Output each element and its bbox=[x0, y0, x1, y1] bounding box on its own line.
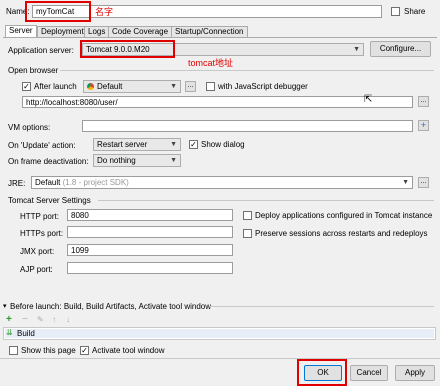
tab-underline bbox=[3, 37, 437, 38]
browser-value: Default bbox=[97, 82, 123, 91]
name-annotation: 名字 bbox=[95, 7, 114, 17]
chevron-down-icon: ▼ bbox=[170, 157, 177, 164]
chrome-icon bbox=[87, 83, 94, 90]
tomcat-settings-divider bbox=[98, 200, 434, 201]
after-launch-checkbox[interactable]: ✓ bbox=[22, 82, 31, 91]
cancel-button[interactable]: Cancel bbox=[350, 365, 388, 381]
add-icon[interactable]: + bbox=[6, 314, 12, 325]
app-server-highlight bbox=[80, 40, 175, 58]
jre-label: JRE: bbox=[8, 179, 26, 188]
url-more-button[interactable]: ... bbox=[418, 96, 429, 107]
vm-options-label: VM options: bbox=[8, 123, 51, 132]
vm-options-input[interactable] bbox=[82, 120, 413, 132]
chevron-down-icon: ▼ bbox=[170, 141, 177, 148]
move-down-icon[interactable]: ↓ bbox=[66, 315, 70, 324]
tab-code-coverage[interactable]: Code Coverage bbox=[108, 26, 173, 37]
apply-button[interactable]: Apply bbox=[395, 365, 435, 381]
show-page-label: Show this page bbox=[21, 346, 76, 355]
js-debugger-checkbox[interactable] bbox=[206, 82, 215, 91]
footer-divider bbox=[0, 358, 440, 359]
after-launch-label: After launch bbox=[34, 82, 77, 91]
list-item[interactable]: ⇊ Build bbox=[5, 328, 434, 338]
https-port-label: HTTPs port: bbox=[20, 229, 64, 238]
show-dialog-label: Show dialog bbox=[201, 140, 245, 149]
build-item-label: Build bbox=[17, 329, 35, 338]
app-server-annotation: tomcat地址 bbox=[188, 58, 234, 68]
url-input[interactable]: http://localhost:8080/user/ bbox=[22, 96, 413, 108]
expand-icon[interactable]: + bbox=[418, 120, 429, 131]
show-dialog-checkbox[interactable]: ✓ bbox=[189, 140, 198, 149]
js-debugger-label: with JavaScript debugger bbox=[218, 82, 308, 91]
ajp-port-input[interactable] bbox=[67, 262, 233, 274]
cursor-icon: ⇱ bbox=[364, 94, 373, 105]
edit-icon[interactable]: ✎ bbox=[37, 315, 44, 324]
jre-value: Default bbox=[35, 178, 61, 187]
open-browser-section: Open browser bbox=[8, 66, 59, 75]
chevron-down-icon: ▼ bbox=[353, 46, 360, 53]
browser-more-button[interactable]: ... bbox=[185, 81, 196, 92]
before-launch-list: ⇊ Build bbox=[3, 327, 436, 340]
jmx-port-label: JMX port: bbox=[20, 247, 55, 256]
share-checkbox[interactable] bbox=[391, 7, 400, 16]
on-frame-value: Do nothing bbox=[97, 156, 136, 165]
preserve-sessions-checkbox[interactable] bbox=[243, 229, 252, 238]
preserve-sessions-label: Preserve sessions across restarts and re… bbox=[255, 229, 428, 238]
on-update-select[interactable]: Restart server ▼ bbox=[93, 138, 181, 151]
on-frame-select[interactable]: Do nothing ▼ bbox=[93, 154, 181, 167]
jre-more-button[interactable]: ... bbox=[418, 177, 429, 188]
show-page-checkbox[interactable] bbox=[9, 346, 18, 355]
activate-tool-window-checkbox[interactable]: ✓ bbox=[80, 346, 89, 355]
tab-logs[interactable]: Logs bbox=[84, 26, 110, 37]
deploy-apps-label: Deploy applications configured in Tomcat… bbox=[255, 211, 433, 220]
https-port-input[interactable] bbox=[67, 226, 233, 238]
ajp-port-label: AJP port: bbox=[20, 265, 53, 274]
app-server-label: Application server: bbox=[8, 46, 74, 55]
http-port-input[interactable]: 8080 bbox=[67, 209, 233, 221]
before-launch-toggle-icon[interactable]: ▾ bbox=[3, 302, 7, 310]
http-port-label: HTTP port: bbox=[20, 212, 59, 221]
tab-server[interactable]: Server bbox=[5, 25, 37, 37]
remove-icon[interactable]: − bbox=[22, 314, 28, 325]
on-frame-label: On frame deactivation: bbox=[8, 157, 89, 166]
on-update-label: On 'Update' action: bbox=[8, 141, 76, 150]
before-launch-divider bbox=[210, 306, 434, 307]
deploy-apps-checkbox[interactable] bbox=[243, 211, 252, 220]
tomcat-settings-section: Tomcat Server Settings bbox=[8, 196, 91, 205]
tab-deployment[interactable]: Deployment bbox=[37, 26, 88, 37]
jre-select[interactable]: Default (1.8 - project SDK) ▼ bbox=[31, 176, 413, 189]
configure-button[interactable]: Configure... bbox=[370, 41, 431, 57]
name-highlight bbox=[25, 1, 91, 22]
chevron-down-icon: ▼ bbox=[170, 83, 177, 90]
tab-startup-connection[interactable]: Startup/Connection bbox=[171, 26, 248, 37]
build-icon: ⇊ bbox=[6, 328, 13, 337]
share-label: Share bbox=[404, 7, 426, 16]
move-up-icon[interactable]: ↑ bbox=[52, 315, 56, 324]
chevron-down-icon: ▼ bbox=[402, 179, 409, 186]
jmx-port-input[interactable]: 1099 bbox=[67, 244, 233, 256]
on-update-value: Restart server bbox=[97, 140, 148, 149]
browser-select[interactable]: Default ▼ bbox=[83, 80, 181, 93]
activate-tool-window-label: Activate tool window bbox=[92, 346, 165, 355]
jre-hint: (1.8 - project SDK) bbox=[62, 178, 129, 187]
ok-highlight bbox=[297, 359, 347, 386]
open-browser-divider bbox=[60, 70, 434, 71]
before-launch-section: Before launch: Build, Build Artifacts, A… bbox=[10, 302, 211, 311]
